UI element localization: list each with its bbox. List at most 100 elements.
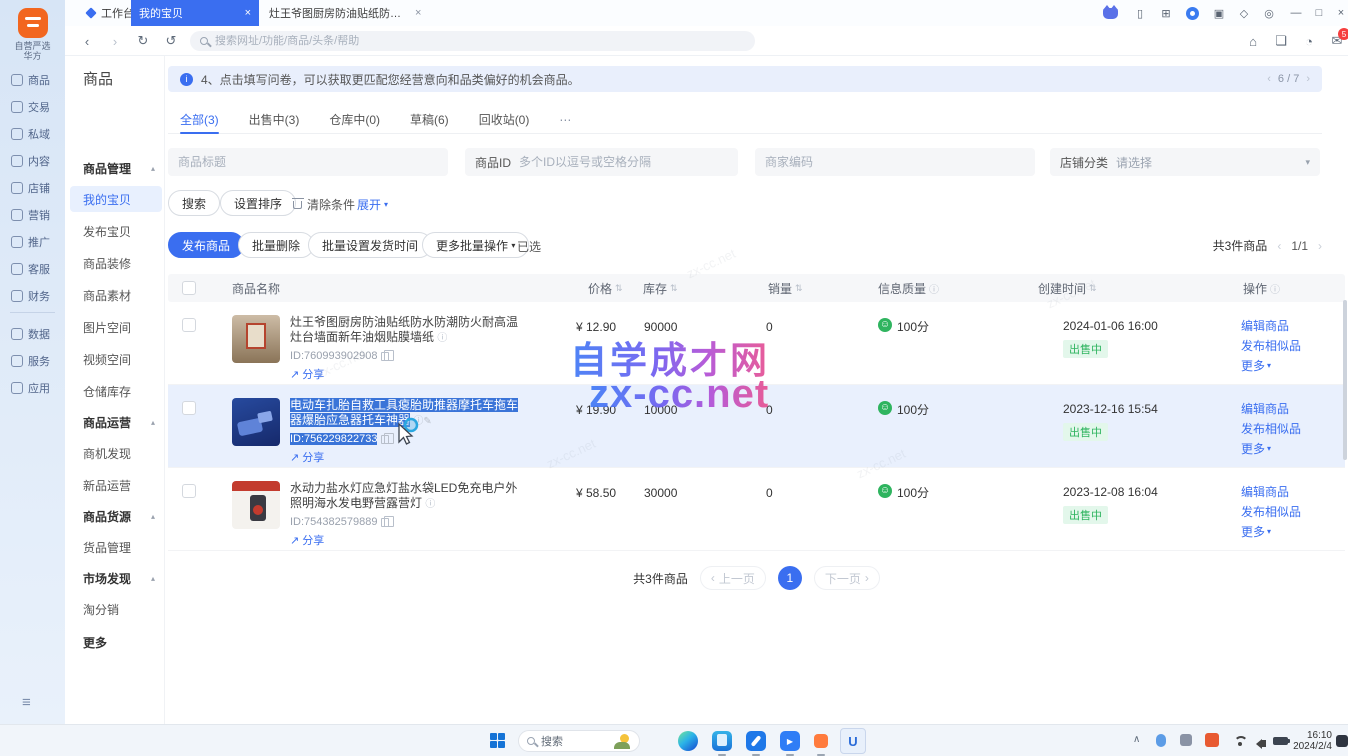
tab-in-warehouse[interactable]: 仓库中(0) bbox=[329, 106, 380, 133]
messages-icon[interactable]: ✉ 5 bbox=[1325, 26, 1348, 56]
rail-item-apps[interactable]: 应用 bbox=[0, 374, 65, 401]
u-app-icon[interactable]: U bbox=[840, 728, 866, 754]
taskbar-search[interactable]: 搜索 bbox=[518, 730, 640, 752]
start-button[interactable] bbox=[490, 733, 505, 748]
filter-title-field[interactable] bbox=[168, 148, 448, 176]
page-next-icon[interactable]: › bbox=[1318, 239, 1322, 253]
next-page-button[interactable]: 下一页› bbox=[814, 566, 880, 590]
menu-item-my-items[interactable]: 我的宝贝 bbox=[70, 186, 162, 212]
tab-all[interactable]: 全部(3) bbox=[180, 106, 219, 133]
close-icon[interactable]: × bbox=[415, 7, 421, 19]
menu-item-new-item-operation[interactable]: 新品运营 bbox=[70, 472, 162, 498]
tray-app-icon[interactable] bbox=[1180, 734, 1192, 746]
app-grid-icon[interactable]: ⊞ bbox=[1154, 0, 1178, 26]
search-button[interactable]: 搜索 bbox=[168, 190, 220, 216]
col-price[interactable]: 价格⇅ bbox=[563, 280, 638, 297]
more-ops-link[interactable]: 更多▾ bbox=[1241, 440, 1345, 457]
refresh-icon[interactable]: ↻ bbox=[131, 26, 155, 56]
folder-icon[interactable]: ❏ bbox=[1269, 26, 1293, 56]
copy-icon[interactable] bbox=[381, 352, 389, 361]
rail-item-services[interactable]: 服务 bbox=[0, 347, 65, 374]
section-goods-supply[interactable]: 商品货源▴ bbox=[83, 508, 155, 525]
edit-pencil-icon[interactable]: ✎ bbox=[423, 416, 431, 427]
publish-similar-link[interactable]: 发布相似品 bbox=[1241, 337, 1345, 354]
menu-item-tao-distribution[interactable]: 淘分销 bbox=[70, 596, 162, 622]
menu-item-video-space[interactable]: 视频空间 bbox=[70, 346, 162, 372]
page-prev-icon[interactable]: ‹ bbox=[1277, 239, 1281, 253]
notice-banner[interactable]: i 4、点击填写问卷，可以获取更匹配您经营意向和品类偏好的机会商品。 ‹ 6 /… bbox=[168, 66, 1322, 92]
close-icon[interactable]: × bbox=[245, 7, 251, 19]
product-title[interactable]: 水动力盐水灯应急灯盐水袋LED免充电户外照明海水发电野营露营灯 ⓘ bbox=[290, 481, 522, 512]
title-input[interactable] bbox=[178, 155, 438, 169]
rail-item-trade[interactable]: 交易 bbox=[0, 93, 65, 120]
back-icon[interactable]: ‹ bbox=[75, 26, 99, 56]
rail-item-content[interactable]: 内容 bbox=[0, 147, 65, 174]
batch-delete-button[interactable]: 批量删除 bbox=[238, 232, 314, 258]
share-link[interactable]: ↗分享 bbox=[290, 449, 522, 465]
battery-icon[interactable] bbox=[1273, 737, 1288, 745]
tab-recycle-bin[interactable]: 回收站(0) bbox=[479, 106, 530, 133]
banner-prev-icon[interactable]: ‹ bbox=[1267, 73, 1271, 85]
section-goods-management[interactable]: 商品管理▴ bbox=[83, 160, 155, 177]
hamburger-icon[interactable]: ≡ bbox=[22, 694, 31, 711]
rail-item-marketing[interactable]: 营销 bbox=[0, 201, 65, 228]
messenger-icon[interactable] bbox=[1180, 0, 1204, 26]
rail-item-private-domain[interactable]: 私域 bbox=[0, 120, 65, 147]
publish-item-button[interactable]: 发布商品 bbox=[168, 232, 244, 258]
tabs-more-icon[interactable]: ⋯ bbox=[559, 106, 571, 133]
tray-mic-icon[interactable] bbox=[1156, 734, 1166, 747]
menu-item-image-space[interactable]: 图片空间 bbox=[70, 314, 162, 340]
copy-icon[interactable] bbox=[381, 518, 389, 527]
filter-code-field[interactable] bbox=[755, 148, 1035, 176]
product-thumbnail[interactable] bbox=[232, 315, 280, 363]
rail-item-finance[interactable]: 财务 bbox=[0, 282, 65, 309]
menu-item-opportunity[interactable]: 商机发现 bbox=[70, 440, 162, 466]
product-thumbnail[interactable] bbox=[232, 398, 280, 446]
notification-center-icon[interactable] bbox=[1336, 735, 1348, 747]
banner-next-icon[interactable]: › bbox=[1306, 73, 1310, 85]
clear-filters-button[interactable]: 清除条件 bbox=[293, 196, 355, 213]
tray-orange-app-icon[interactable] bbox=[1205, 733, 1219, 747]
product-thumbnail[interactable] bbox=[232, 481, 280, 529]
menu-item-publish-item[interactable]: 发布宝贝 bbox=[70, 218, 162, 244]
menu-item-supply-management[interactable]: 货品管理 bbox=[70, 534, 162, 560]
notes-app-icon[interactable] bbox=[746, 731, 766, 751]
edit-item-link[interactable]: 编辑商品 bbox=[1241, 483, 1345, 500]
row-checkbox[interactable] bbox=[182, 318, 196, 332]
share-link[interactable]: ↗分享 bbox=[290, 532, 522, 548]
qianniu-cat-icon[interactable] bbox=[1098, 0, 1122, 26]
history-icon[interactable]: ↺ bbox=[159, 26, 183, 56]
target-icon[interactable]: ◎ bbox=[1257, 0, 1281, 26]
rail-item-data[interactable]: 数据 bbox=[0, 320, 65, 347]
select-all-checkbox[interactable] bbox=[182, 281, 196, 295]
address-search-bar[interactable] bbox=[190, 31, 755, 51]
col-sales[interactable]: 销量⇅ bbox=[748, 280, 838, 297]
set-sort-button[interactable]: 设置排序 bbox=[220, 190, 296, 216]
product-title[interactable]: 灶王爷图厨房防油贴纸防水防潮防火耐高温灶台墙面新年油烟贴膜墙纸 ⓘ bbox=[290, 315, 522, 346]
edit-item-link[interactable]: 编辑商品 bbox=[1241, 400, 1345, 417]
publish-similar-link[interactable]: 发布相似品 bbox=[1241, 503, 1345, 520]
speaker-icon[interactable] bbox=[1256, 736, 1266, 750]
tab-drafts[interactable]: 草稿(6) bbox=[410, 106, 449, 133]
more-ops-link[interactable]: 更多▾ bbox=[1241, 357, 1345, 374]
menu-item-item-material[interactable]: 商品素材 bbox=[70, 282, 162, 308]
edit-item-link[interactable]: 编辑商品 bbox=[1241, 317, 1345, 334]
rail-item-promotion[interactable]: 推广 bbox=[0, 228, 65, 255]
filter-id-field[interactable]: 商品ID bbox=[465, 148, 738, 176]
menu-more-link[interactable]: 更多 bbox=[83, 634, 107, 651]
menu-item-item-decoration[interactable]: 商品装修 bbox=[70, 250, 162, 276]
filter-category-select[interactable]: 店铺分类 请选择 ▾ bbox=[1050, 148, 1320, 176]
tray-clock[interactable]: 16:10 2024/2/4 bbox=[1290, 730, 1332, 752]
section-goods-operation[interactable]: 商品运营▴ bbox=[83, 414, 155, 431]
publish-similar-link[interactable]: 发布相似品 bbox=[1241, 420, 1345, 437]
scrollbar-thumb[interactable] bbox=[1343, 300, 1347, 460]
home-icon[interactable]: ⌂ bbox=[1241, 26, 1265, 56]
expand-filters-link[interactable]: 展开 ▾ bbox=[357, 196, 388, 213]
merchant-code-input[interactable] bbox=[765, 155, 1025, 169]
tab-my-items[interactable]: 我的宝贝 × bbox=[131, 0, 259, 26]
rail-item-service[interactable]: 客服 bbox=[0, 255, 65, 282]
phone-link-app-icon[interactable] bbox=[712, 731, 732, 751]
shield-icon[interactable]: ◇ bbox=[1232, 0, 1256, 26]
more-batch-actions-button[interactable]: 更多批量操作 ▾ bbox=[422, 232, 529, 258]
search-input[interactable] bbox=[215, 35, 705, 47]
